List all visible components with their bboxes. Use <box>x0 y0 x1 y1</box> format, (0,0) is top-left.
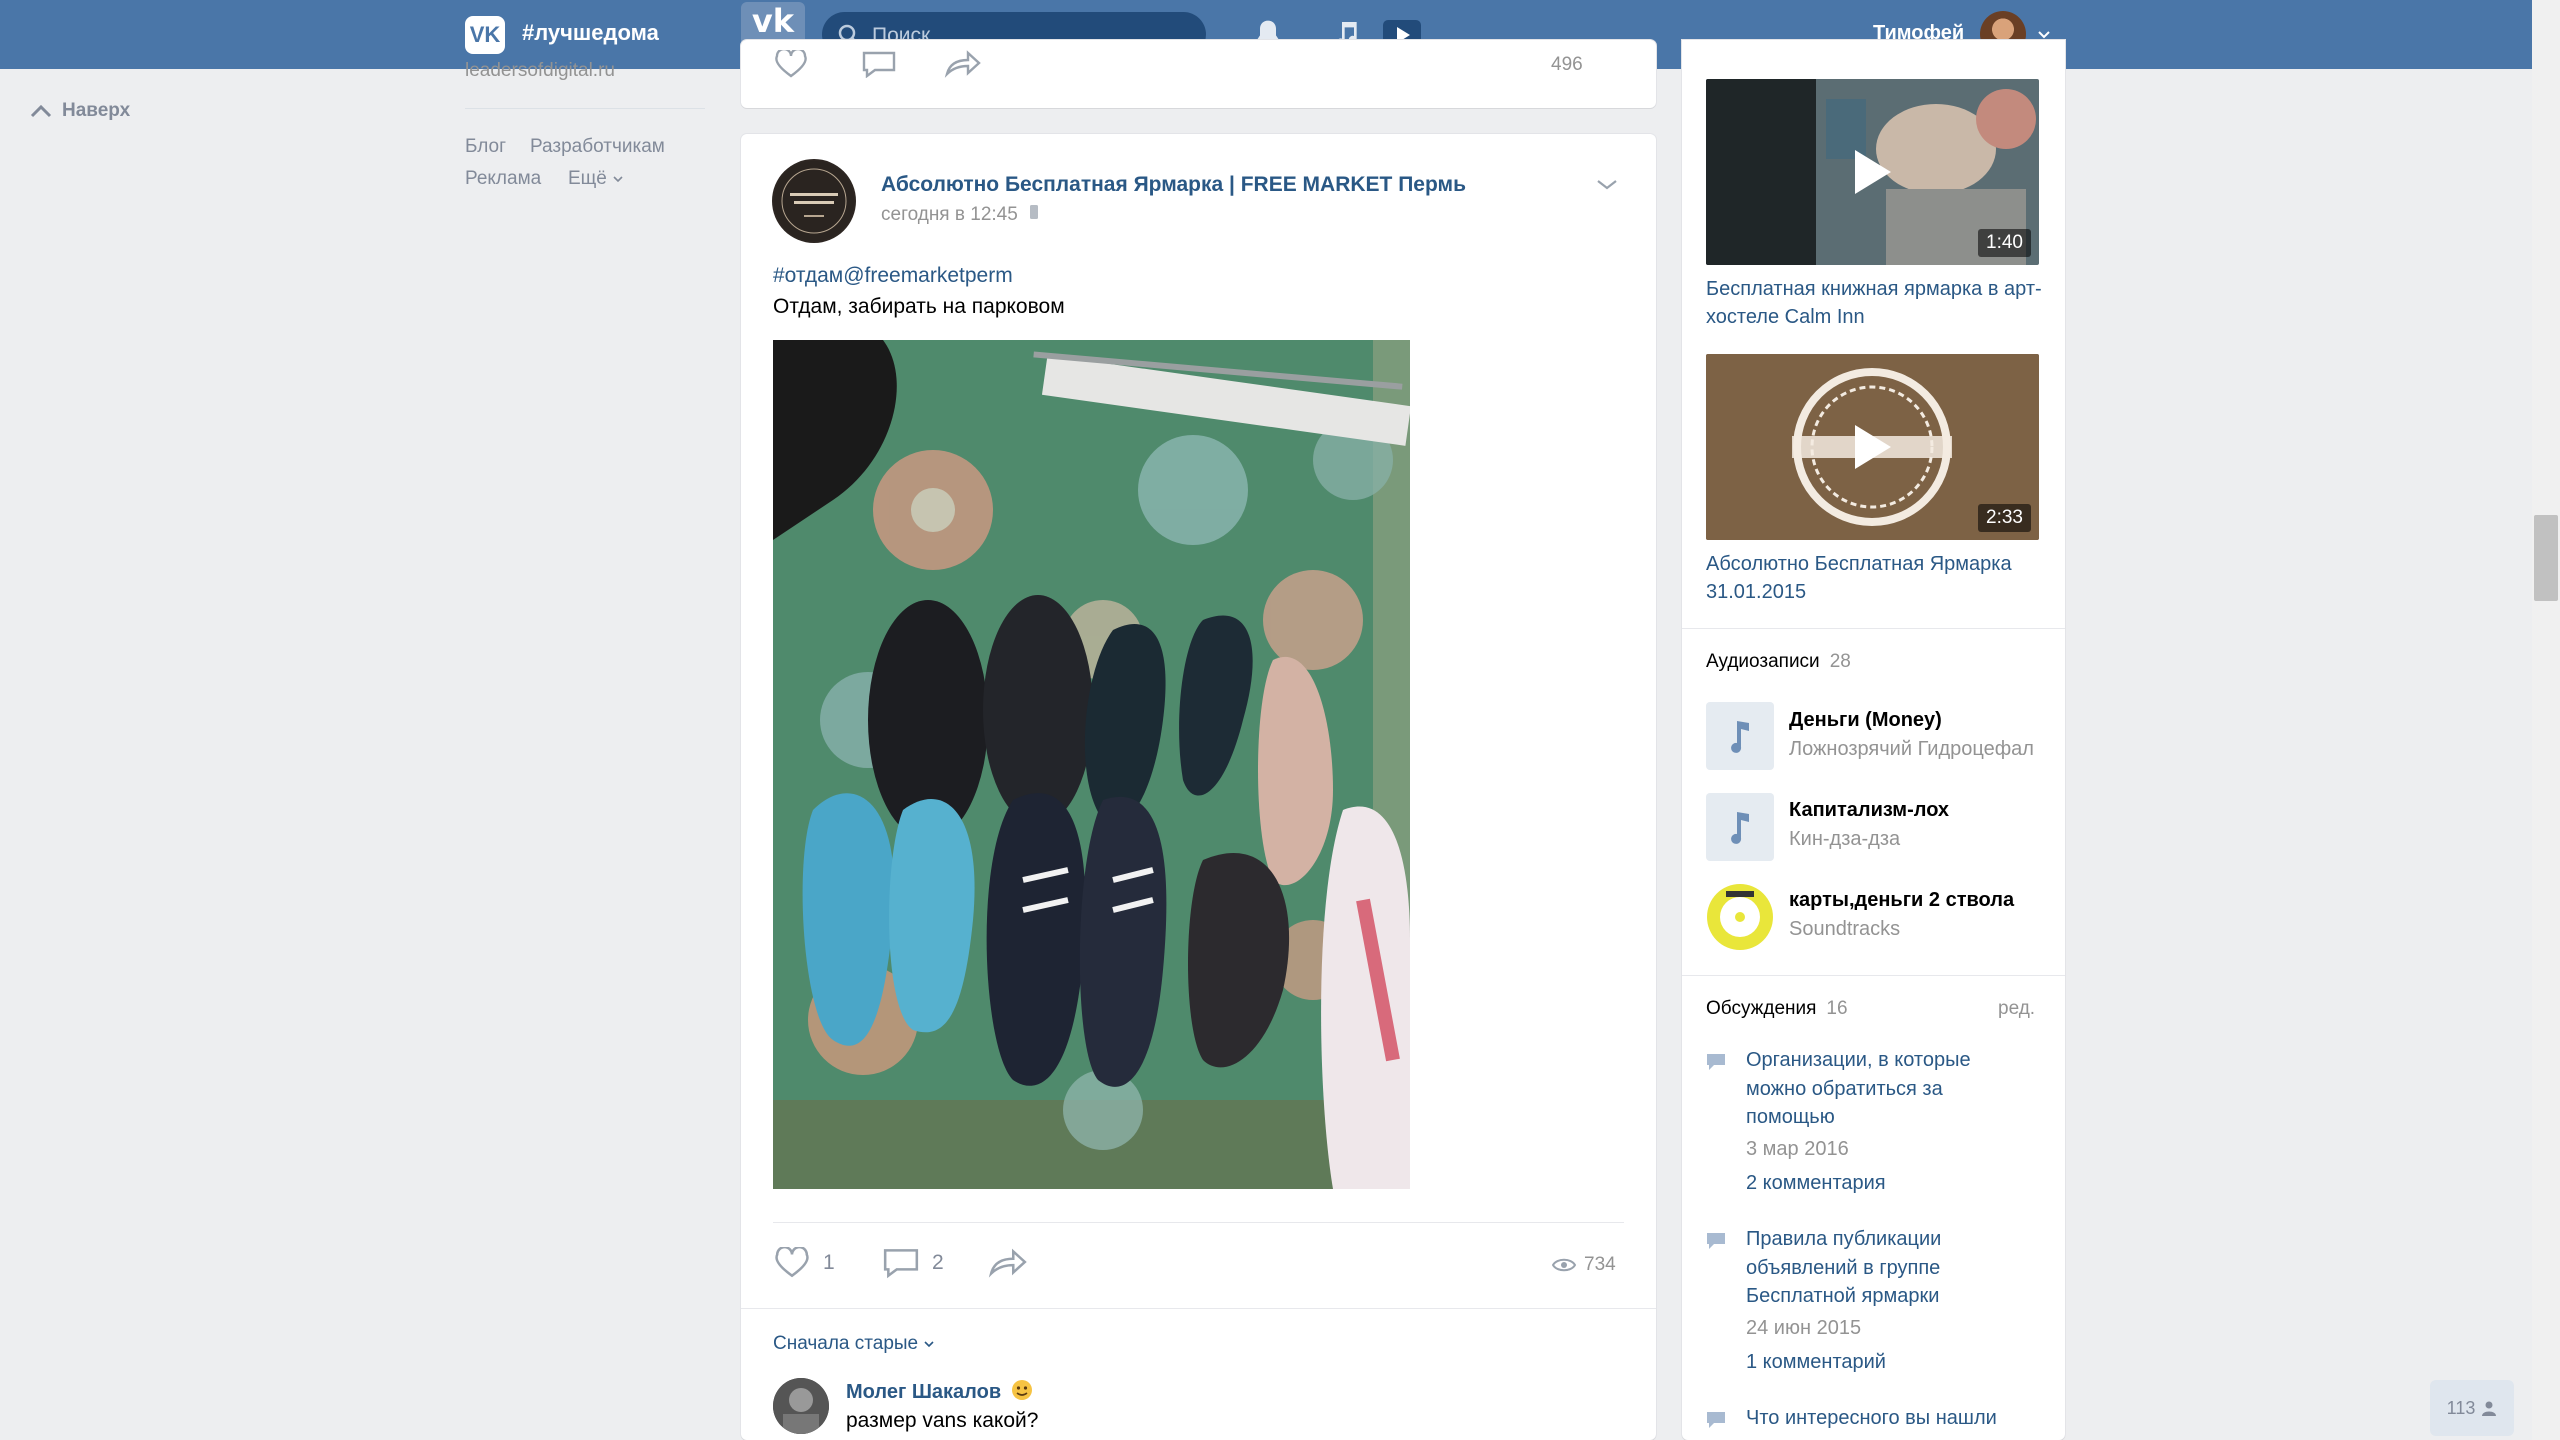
discussions-count: 16 <box>1826 998 1848 1019</box>
divider <box>741 1308 1656 1309</box>
online-friends-button[interactable]: 113 <box>2430 1380 2514 1436</box>
like-button[interactable]: 1 <box>773 1247 835 1279</box>
video-title-link[interactable]: Абсолютно Бесплатная Ярмарка 31.01.2015 <box>1706 550 2046 606</box>
scroll-to-top-button[interactable]: Наверх <box>30 100 130 122</box>
audio-section-heading[interactable]: Аудиозаписи 28 <box>1706 651 1851 673</box>
group-logo-icon <box>774 161 854 241</box>
avatar[interactable] <box>773 1378 829 1434</box>
divider <box>1682 628 2065 629</box>
comment-icon[interactable] <box>861 50 897 78</box>
post-hashtag-link[interactable]: #отдам@freemarketperm <box>773 264 1013 288</box>
audio-artist[interactable]: Кин-дза-дза <box>1789 828 2044 851</box>
scrollbar-thumb[interactable] <box>2534 515 2558 601</box>
chevron-down-icon[interactable] <box>1595 176 1619 192</box>
comment-icon <box>883 1249 919 1279</box>
site-link[interactable]: leadersofdigital.ru <box>465 60 615 82</box>
vk-button-big-text: vk <box>751 2 795 40</box>
edit-link[interactable]: ред. <box>1998 998 2035 1020</box>
comment-text: размер vans какой? <box>846 1409 1039 1432</box>
discussion-title-link[interactable]: Что интересного вы нашли <box>1746 1404 2016 1434</box>
audio-title[interactable]: Деньги (Money) <box>1789 709 1942 732</box>
audio-play-button[interactable] <box>1706 793 1774 861</box>
share-button[interactable] <box>988 1247 1028 1279</box>
music-note-icon <box>1731 812 1749 844</box>
discussion-date: 24 июн 2015 <box>1746 1317 1862 1339</box>
online-count: 113 <box>2446 1397 2476 1418</box>
discussion-title-link[interactable]: Организации, в которые можно обратиться … <box>1746 1046 2016 1132</box>
chevron-down-icon <box>613 176 623 183</box>
post-photo[interactable] <box>773 340 1410 1189</box>
play-icon <box>1854 425 1891 469</box>
footer-link-ads[interactable]: Реклама <box>465 168 541 190</box>
vk-logo-icon[interactable]: VK <box>465 16 505 54</box>
views-count: 734 <box>1584 1254 1616 1275</box>
post-views: 734 <box>1552 1254 1616 1276</box>
comments-count: 2 <box>932 1251 944 1274</box>
audio-play-button[interactable] <box>1706 702 1774 770</box>
scrollbar-track[interactable] <box>2532 0 2560 1440</box>
emoji-icon <box>1011 1380 1032 1400</box>
discussion-icon <box>1707 1054 1725 1070</box>
discussions-heading-label: Обсуждения <box>1706 998 1817 1019</box>
discussion-icon <box>1707 1412 1725 1428</box>
phone-icon <box>1030 205 1039 219</box>
footer-link-developers[interactable]: Разработчикам <box>530 136 665 158</box>
divider <box>773 1222 1624 1223</box>
commenter-avatar-image <box>773 1378 829 1434</box>
audio-heading-label: Аудиозаписи <box>1706 651 1820 672</box>
audio-artist[interactable]: Ложнозрячий Гидроцефал <box>1789 738 2044 761</box>
play-icon <box>1854 150 1891 194</box>
discussion-date: 3 мар 2016 <box>1746 1138 1849 1160</box>
comment-author-link[interactable]: Молег Шакалов <box>846 1379 1033 1404</box>
audio-title[interactable]: Капитализм-лох <box>1789 799 1949 822</box>
share-icon[interactable] <box>944 50 982 78</box>
previous-post-card: 496 <box>741 40 1656 108</box>
post-time-label: сегодня в 12:45 <box>881 204 1018 225</box>
divider <box>465 108 705 109</box>
comments-sort-label: Сначала старые <box>773 1333 919 1354</box>
music-note-icon <box>1731 721 1749 753</box>
footer-link-blog[interactable]: Блог <box>465 136 506 158</box>
post-text: Отдам, забирать на парковом <box>773 295 1065 318</box>
audio-artist[interactable]: Soundtracks <box>1789 918 2044 941</box>
like-icon <box>775 1247 809 1278</box>
divider <box>1682 975 2065 976</box>
discussion-comments-link[interactable]: 1 комментарий <box>1746 1351 1886 1374</box>
footer-link-more[interactable]: Ещё <box>568 168 624 190</box>
audio-count: 28 <box>1829 651 1851 672</box>
video-duration: 1:40 <box>1978 229 2031 257</box>
comment-author-name: Молег Шакалов <box>846 1381 1002 1403</box>
scroll-to-top-label: Наверх <box>62 100 131 121</box>
video-title-link[interactable]: Бесплатная книжная ярмарка в арт-хостеле… <box>1706 275 2046 331</box>
video-thumbnail[interactable]: 2:33 <box>1706 354 2039 540</box>
header-hashtag[interactable]: #лучшедома <box>522 20 659 46</box>
comment-button[interactable]: 2 <box>882 1247 944 1279</box>
views-count: 496 <box>1551 54 1583 75</box>
discussion-title-link[interactable]: Правила публикации объявлений в группе Б… <box>1746 1225 2016 1311</box>
discussions-section-heading[interactable]: Обсуждения 16 <box>1706 998 1848 1020</box>
album-cover-icon <box>1707 884 1773 950</box>
like-icon[interactable] <box>773 50 809 78</box>
group-avatar[interactable] <box>772 159 856 243</box>
share-icon <box>988 1248 1027 1278</box>
footer-link-more-label: Ещё <box>568 168 607 189</box>
likes-count: 1 <box>823 1251 835 1274</box>
video-duration: 2:33 <box>1978 504 2031 532</box>
user-icon <box>2482 1401 2497 1416</box>
chevron-up-icon <box>30 104 52 118</box>
video-thumbnail[interactable]: 1:40 <box>1706 79 2039 265</box>
eye-icon <box>1552 1258 1576 1272</box>
audio-title[interactable]: карты,деньги 2 ствола <box>1789 889 2014 912</box>
post-author-link[interactable]: Абсолютно Бесплатная Ярмарка | FREE MARK… <box>881 173 1466 197</box>
comments-sort-dropdown[interactable]: Сначала старые <box>773 1333 935 1355</box>
post-time[interactable]: сегодня в 12:45 <box>881 204 1039 226</box>
photo-shoes-image <box>773 340 1410 1189</box>
chevron-down-icon <box>924 1341 934 1348</box>
discussion-comments-link[interactable]: 2 комментария <box>1746 1172 1886 1195</box>
discussion-icon <box>1707 1233 1725 1249</box>
audio-play-button[interactable] <box>1706 883 1774 951</box>
